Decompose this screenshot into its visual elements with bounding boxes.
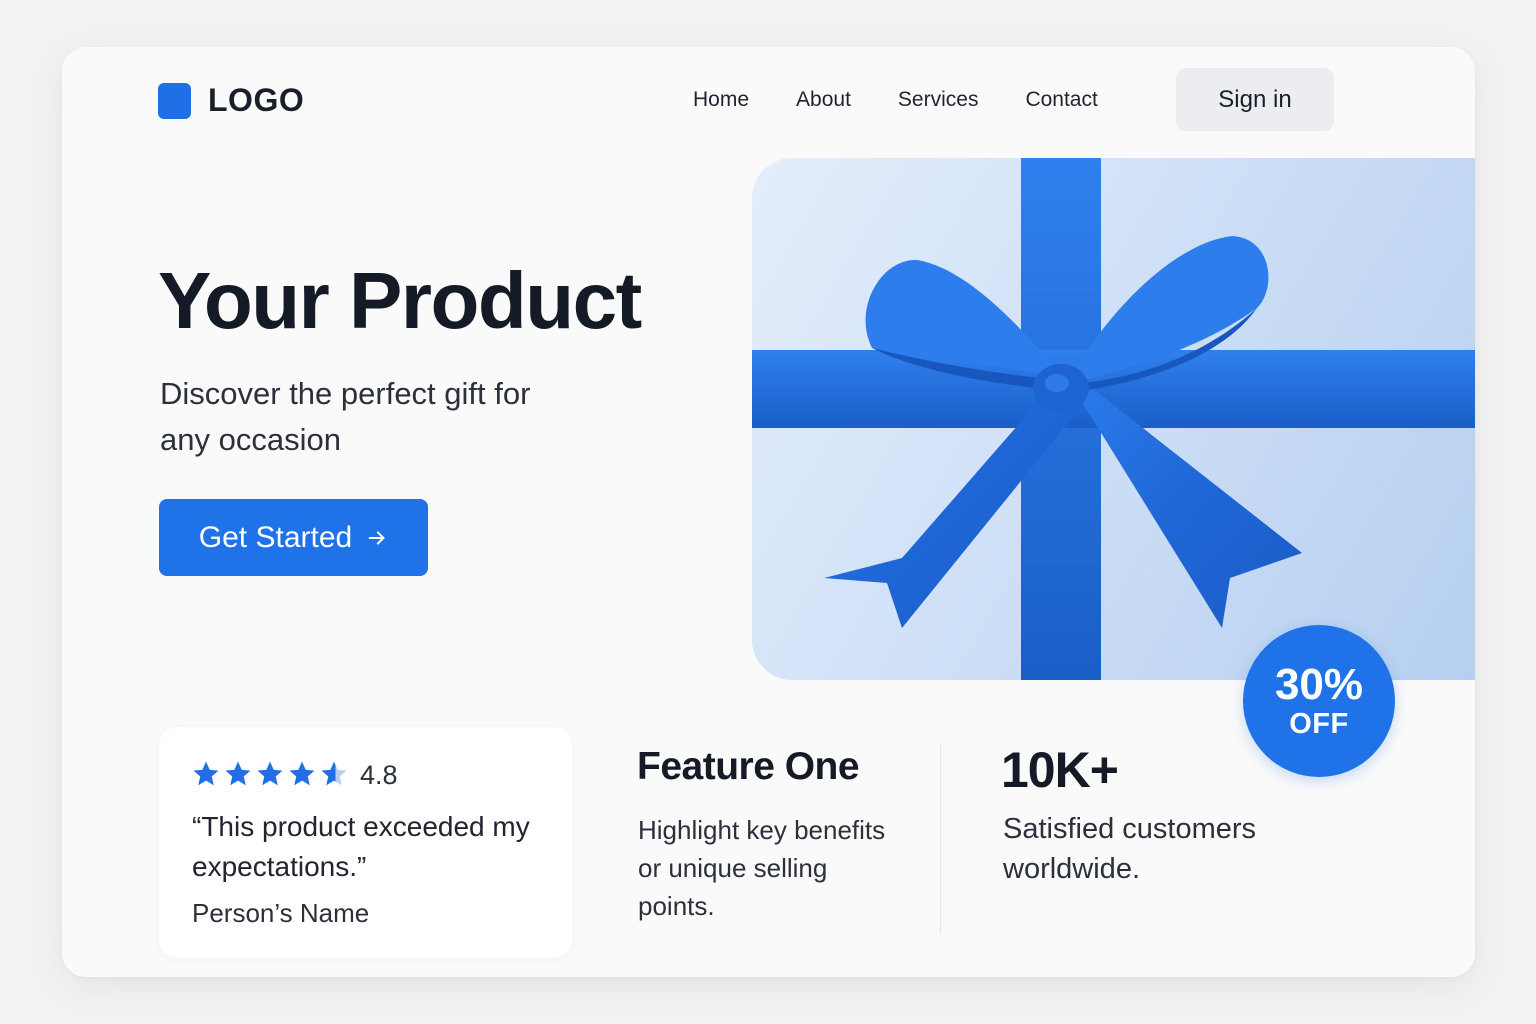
- feature-title: Feature One: [637, 745, 860, 788]
- feature-text: Highlight key benefits or unique selling…: [638, 815, 886, 921]
- nav-contact[interactable]: Contact: [1025, 87, 1097, 113]
- sign-in-button[interactable]: Sign in: [1176, 68, 1334, 131]
- nav-home[interactable]: Home: [693, 87, 749, 113]
- landing-card: LOGO Home About Services Contact Sign in…: [62, 47, 1475, 977]
- nav-about[interactable]: About: [796, 87, 851, 113]
- star-rating: [191, 759, 349, 789]
- gift-bow-image: [752, 158, 1475, 680]
- hero-title: Your Product: [158, 256, 642, 345]
- review-quote: “This product exceeded my expectations.”: [192, 811, 530, 882]
- logo-mark-icon: [158, 82, 191, 119]
- stat-text: Satisfied customers worldwide.: [1003, 813, 1257, 885]
- discount-percent: 30%: [1274, 660, 1364, 709]
- main-nav: Home About Services Contact: [693, 87, 1098, 113]
- star-icon: [225, 761, 251, 786]
- star-icon: [193, 761, 219, 786]
- review-card: 4.8 “This product exceeded my expectatio…: [159, 727, 572, 958]
- nav-services[interactable]: Services: [898, 87, 979, 113]
- get-started-label: Get Started: [198, 520, 353, 554]
- reviewer-name: Person’s Name: [192, 898, 370, 928]
- star-icon: [289, 761, 315, 786]
- arrow-right-icon: [368, 530, 385, 545]
- discount-badge: 30% OFF: [1243, 625, 1395, 777]
- star-icon: [257, 761, 283, 786]
- logo[interactable]: LOGO: [158, 82, 304, 119]
- stat-title: 10K+: [1001, 742, 1119, 798]
- discount-off-label: OFF: [1289, 708, 1349, 740]
- get-started-button[interactable]: Get Started: [159, 499, 428, 576]
- star-half-icon: [321, 761, 347, 786]
- hero-subtitle: Discover the perfect gift for any occasi…: [160, 376, 531, 457]
- divider: [940, 744, 941, 934]
- logo-text: LOGO: [208, 82, 305, 118]
- rating-value: 4.8: [360, 760, 398, 790]
